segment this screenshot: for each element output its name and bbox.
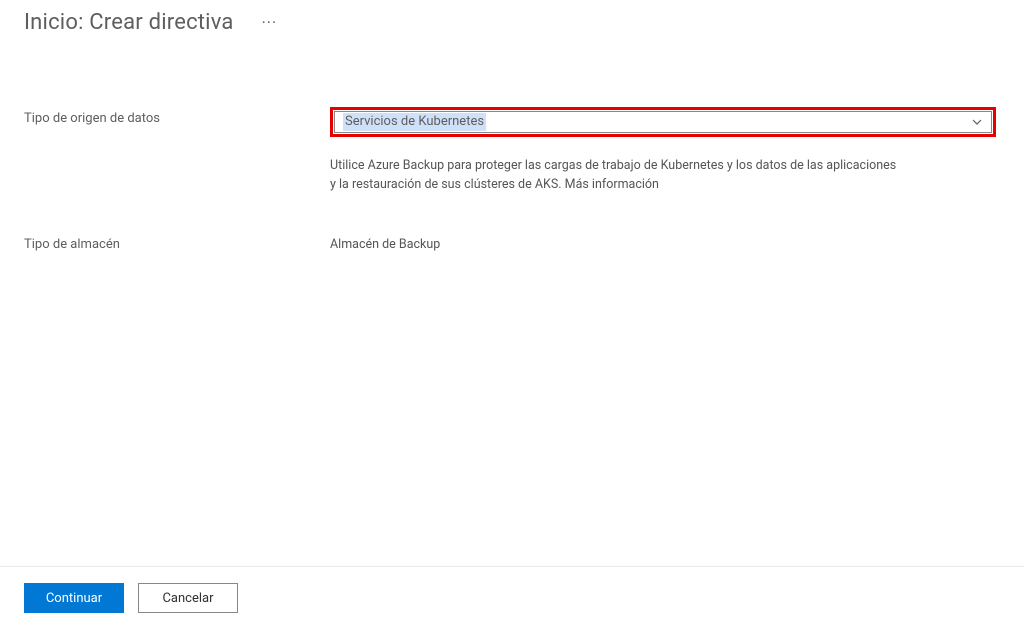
datasource-type-label: Tipo de origen de datos xyxy=(24,107,330,126)
datasource-type-value: Servicios de Kubernetes xyxy=(343,113,486,131)
cancel-button[interactable]: Cancelar xyxy=(138,583,238,613)
datasource-type-select[interactable]: Servicios de Kubernetes xyxy=(334,111,992,133)
page-title: Inicio: Crear directiva xyxy=(24,10,234,35)
store-type-value: Almacén de Backup xyxy=(330,237,440,252)
ellipsis-icon: ··· xyxy=(262,13,278,32)
continue-button[interactable]: Continuar xyxy=(24,583,124,613)
datasource-type-highlight: Servicios de Kubernetes xyxy=(330,107,996,137)
store-type-label: Tipo de almacén xyxy=(24,233,330,252)
chevron-down-icon xyxy=(971,116,983,128)
more-actions-button[interactable]: ··· xyxy=(262,15,278,31)
footer-bar: Continuar Cancelar xyxy=(0,566,1024,629)
datasource-description: Utilice Azure Backup para proteger las c… xyxy=(330,157,1000,195)
